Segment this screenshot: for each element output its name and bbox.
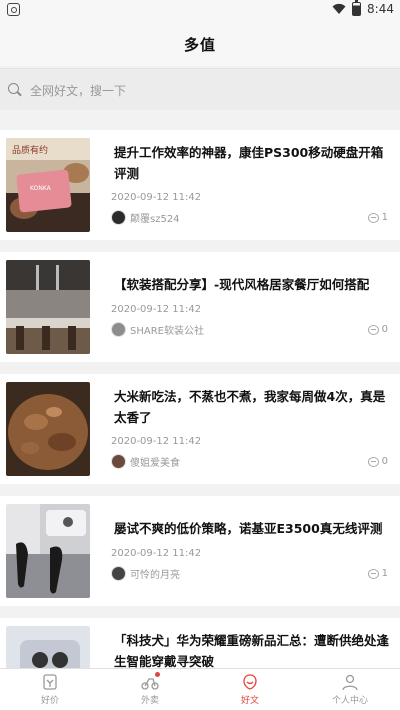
search-input[interactable]: 全网好文，搜一下 (0, 69, 400, 111)
tab-good-price[interactable]: 好价 (0, 669, 100, 710)
article-icon (243, 674, 257, 690)
article-title[interactable]: 【软装搭配分享】-现代风格居家餐厅如何搭配 (114, 274, 392, 295)
comment-count-value: 0 (381, 324, 388, 335)
article-title[interactable]: 「科技犬」华为荣耀重磅新品汇总：遭断供绝处逢生智能穿戴寻突破 (114, 630, 392, 668)
avatar (111, 454, 126, 469)
comment-count-value: 1 (381, 568, 388, 579)
article-card[interactable]: 大米新吃法，不蒸也不煮，我家每周做4次，真是太香了 2020-09-12 11:… (0, 374, 400, 484)
article-card[interactable]: 【软装搭配分享】-现代风格居家餐厅如何搭配 2020-09-12 11:42 S… (0, 252, 400, 362)
article-title[interactable]: 大米新吃法，不蒸也不煮，我家每周做4次，真是太香了 (114, 386, 392, 428)
comment-icon (367, 212, 379, 223)
article-thumbnail (6, 260, 90, 354)
tab-articles[interactable]: 好文 (200, 669, 300, 710)
search-container: 全网好文，搜一下 (0, 68, 400, 110)
comment-count[interactable]: 1 (367, 212, 388, 223)
article-thumbnail (6, 626, 90, 668)
app-header: 多值 (0, 22, 400, 66)
article-thumbnail: 品质有约 KONKA (6, 138, 90, 232)
article-card[interactable]: 品质有约 KONKA 提升工作效率的神器，康佳PS300移动硬盘开箱评测 202… (0, 130, 400, 240)
article-thumbnail (6, 504, 90, 598)
article-author[interactable]: 可怜的月亮 (111, 566, 180, 581)
article-time: 2020-09-12 11:42 (111, 436, 202, 447)
bottom-tab-bar: 好价 外卖 好文 个人中心 (0, 668, 400, 710)
article-thumbnail (6, 382, 90, 476)
search-placeholder: 全网好文，搜一下 (30, 83, 127, 98)
svg-text:KONKA: KONKA (30, 185, 52, 192)
tab-label: 外卖 (140, 696, 159, 706)
avatar (111, 210, 126, 225)
page-title: 多值 (183, 35, 216, 54)
article-card[interactable]: 屡试不爽的低价策略，诺基亚E3500真无线评测 2020-09-12 11:42… (0, 496, 400, 606)
comment-count[interactable]: 0 (367, 456, 388, 467)
status-bar: 8:44 (0, 0, 400, 22)
tab-takeout[interactable]: 外卖 (100, 669, 200, 710)
comment-icon (367, 568, 379, 579)
status-right: 8:44 (332, 0, 394, 16)
avatar (111, 322, 126, 337)
wifi-icon (332, 3, 346, 15)
article-title[interactable]: 屡试不爽的低价策略，诺基亚E3500真无线评测 (114, 518, 392, 539)
article-time: 2020-09-12 11:42 (111, 304, 202, 315)
article-time: 2020-09-12 11:42 (111, 192, 202, 203)
app-notification-icon (7, 3, 20, 16)
comment-count-value: 0 (381, 456, 388, 467)
comment-count[interactable]: 0 (367, 324, 388, 335)
article-time: 2020-09-12 11:42 (111, 548, 202, 559)
article-author[interactable]: SHARE软装公社 (111, 322, 204, 337)
comment-icon (367, 324, 379, 335)
author-name: 可怜的月亮 (130, 570, 180, 581)
avatar (111, 566, 126, 581)
tab-label: 好文 (240, 696, 259, 706)
article-card[interactable]: 「科技犬」华为荣耀重磅新品汇总：遭断供绝处逢生智能穿戴寻突破 (0, 618, 400, 668)
price-tag-icon (43, 674, 57, 690)
comment-count[interactable]: 1 (367, 568, 388, 579)
notification-badge (155, 672, 160, 677)
article-author[interactable]: 颠覆sz524 (111, 210, 180, 225)
article-feed[interactable]: 品质有约 KONKA 提升工作效率的神器，康佳PS300移动硬盘开箱评测 202… (0, 120, 400, 668)
author-name: SHARE软装公社 (130, 326, 204, 337)
tab-label: 好价 (40, 696, 59, 706)
person-icon (342, 674, 358, 691)
tab-label: 个人中心 (331, 696, 368, 706)
status-time: 8:44 (367, 2, 394, 16)
comment-count-value: 1 (381, 212, 388, 223)
author-name: 颠覆sz524 (130, 214, 180, 225)
tab-profile[interactable]: 个人中心 (300, 669, 400, 710)
author-name: 傻姐爱美食 (130, 458, 180, 469)
battery-icon (352, 0, 362, 16)
svg-text:品质有约: 品质有约 (12, 144, 48, 156)
article-title[interactable]: 提升工作效率的神器，康佳PS300移动硬盘开箱评测 (114, 142, 392, 184)
search-icon (8, 83, 22, 97)
comment-icon (367, 456, 379, 467)
article-author[interactable]: 傻姐爱美食 (111, 454, 180, 469)
